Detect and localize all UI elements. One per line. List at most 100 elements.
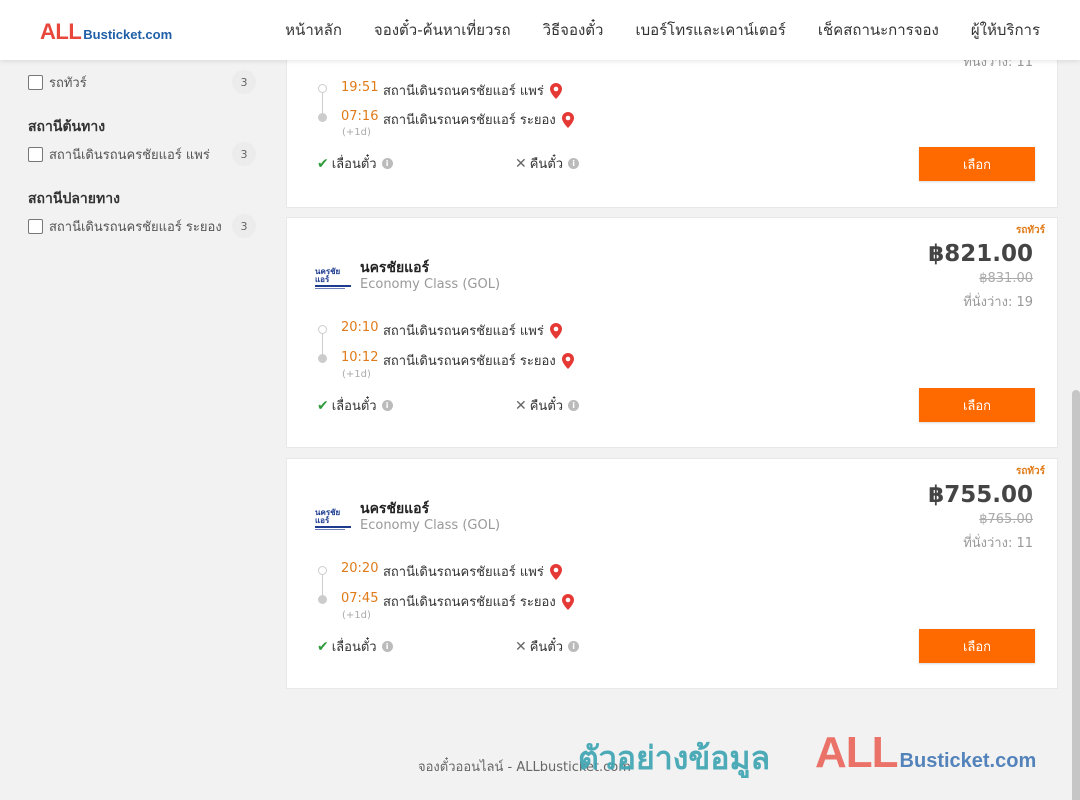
map-pin-icon[interactable] [561, 593, 574, 610]
next-day-label: (+1d) [342, 369, 371, 380]
seats-available: ที่นั่งว่าง: 19 [963, 295, 1033, 310]
refund-label: คืนตั๋ว [529, 157, 564, 172]
departure-station-name: สถานีเดินรถนครชัยแอร์ แพร่ [383, 324, 544, 339]
reschedule-label: เลื่อนตั๋ว [331, 399, 377, 414]
site-logo[interactable]: ALL Busticket.com [40, 19, 172, 45]
old-price: ฿765.00 [979, 512, 1033, 527]
main-nav: หน้าหลัก จองตั๋ว-ค้นหาเที่ยวรถ วิธีจองตั… [285, 0, 1040, 60]
filter-label: สถานีเดินรถนครชัยแอร์ แพร่ [49, 147, 210, 163]
map-pin-icon[interactable] [561, 352, 574, 369]
nav-operators[interactable]: ผู้ให้บริการ [971, 18, 1040, 42]
next-day-label: (+1d) [342, 610, 371, 621]
info-icon[interactable]: i [381, 400, 393, 411]
select-trip-button[interactable]: เลือก [919, 147, 1035, 181]
filter-destination-station[interactable]: สถานีเดินรถนครชัยแอร์ ระยอง 3 [28, 212, 256, 240]
arrival-time: 10:12 [341, 350, 379, 365]
departure-dot [318, 84, 327, 93]
seat-class: Economy Class (GOL) [360, 518, 501, 533]
info-icon[interactable]: i [381, 158, 393, 169]
nav-home[interactable]: หน้าหลัก [285, 18, 342, 42]
info-icon[interactable]: i [568, 158, 580, 169]
cross-icon: ✕ [515, 155, 527, 172]
departure-dot [318, 325, 327, 334]
arrival-time: 07:45 [341, 591, 379, 606]
info-icon[interactable]: i [381, 641, 393, 652]
price: ฿755.00 [928, 482, 1033, 508]
next-day-label: (+1d) [342, 127, 371, 138]
departure-time: 19:51 [341, 80, 379, 95]
nav-check-status[interactable]: เช็คสถานะการจอง [818, 18, 939, 42]
filter-label: สถานีเดินรถนครชัยแอร์ ระยอง [49, 219, 222, 235]
bus-type-badge: รถทัวร์ [1015, 466, 1045, 477]
filter-bus-type-tour[interactable]: รถทัวร์ 3 [28, 68, 256, 96]
old-price: ฿831.00 [979, 271, 1033, 286]
departure-station-name: สถานีเดินรถนครชัยแอร์ แพร่ [383, 84, 544, 99]
arrival-dot [318, 354, 327, 363]
seat-class: Economy Class (GOL) [360, 277, 501, 292]
logo-all-text: ALL [40, 19, 82, 44]
select-trip-button[interactable]: เลือก [919, 629, 1035, 663]
arrival-station-name: สถานีเดินรถนครชัยแอร์ ระยอง [383, 113, 556, 128]
filter-count: 3 [232, 70, 256, 94]
nav-book-search[interactable]: จองตั๋ว-ค้นหาเที่ยวรถ [374, 18, 511, 42]
operator-logo: นครชัยแอร์ [315, 509, 351, 530]
arrival-dot [318, 595, 327, 604]
refund-feature: ✕ คืนตั๋ว i [515, 153, 580, 174]
arrival-station: สถานีเดินรถนครชัยแอร์ ระยอง [383, 109, 574, 130]
departure-dot [318, 566, 327, 575]
filter-count: 3 [232, 214, 256, 238]
operator-name: นครชัยแอร์ [360, 260, 430, 276]
arrival-station: สถานีเดินรถนครชัยแอร์ ระยอง [383, 350, 574, 371]
info-icon[interactable]: i [568, 400, 580, 411]
arrival-dot [318, 113, 327, 122]
watermark-logo-all: ALL [815, 728, 899, 777]
nav-how-to-book[interactable]: วิธีจองตั๋ว [543, 18, 604, 42]
reschedule-label: เลื่อนตั๋ว [331, 157, 377, 172]
cross-icon: ✕ [515, 397, 527, 414]
check-icon: ✔ [317, 638, 329, 655]
map-pin-icon[interactable] [549, 82, 562, 99]
watermark-logo-rest: Busticket.com [899, 750, 1037, 772]
reschedule-feature: ✔ เลื่อนตั๋ว i [317, 395, 393, 416]
arrival-station: สถานีเดินรถนครชัยแอร์ ระยอง [383, 591, 574, 612]
scrollbar-thumb[interactable] [1072, 390, 1080, 800]
logo-rest-text: Busticket.com [83, 27, 173, 42]
checkbox[interactable] [28, 146, 43, 162]
refund-feature: ✕ คืนตั๋ว i [515, 395, 580, 416]
refund-label: คืนตั๋ว [529, 640, 564, 655]
departure-station: สถานีเดินรถนครชัยแอร์ แพร่ [383, 320, 562, 341]
reschedule-feature: ✔ เลื่อนตั๋ว i [317, 153, 393, 174]
refund-label: คืนตั๋ว [529, 399, 564, 414]
operator-logo: นครชัยแอร์ [315, 267, 351, 289]
site-header: ALL Busticket.com หน้าหลัก จองตั๋ว-ค้นหา… [0, 0, 1080, 60]
watermark-logo: ALL Busticket.com [815, 728, 1036, 778]
origin-section-title: สถานีต้นทาง [28, 119, 106, 135]
bus-type-badge: รถทัวร์ [1015, 225, 1045, 236]
arrival-station-name: สถานีเดินรถนครชัยแอร์ ระยอง [383, 595, 556, 610]
map-pin-icon[interactable] [549, 563, 562, 580]
filter-origin-station[interactable]: สถานีเดินรถนครชัยแอร์ แพร่ 3 [28, 140, 256, 168]
departure-station: สถานีเดินรถนครชัยแอร์ แพร่ [383, 561, 562, 582]
departure-time: 20:20 [341, 561, 379, 576]
trip-card: รถทัวร์ นครชัยแอร์ นครชัยแอร์ Economy Cl… [286, 458, 1058, 689]
operator-name: นครชัยแอร์ [360, 501, 430, 517]
select-trip-button[interactable]: เลือก [919, 388, 1035, 422]
watermark-text: ตัวอย่างข้อมูล [578, 739, 771, 777]
checkbox[interactable] [28, 74, 43, 90]
nav-contacts[interactable]: เบอร์โทรและเคาน์เตอร์ [635, 18, 785, 42]
reschedule-feature: ✔ เลื่อนตั๋ว i [317, 636, 393, 657]
departure-station: สถานีเดินรถนครชัยแอร์ แพร่ [383, 80, 562, 101]
map-pin-icon[interactable] [549, 322, 562, 339]
map-pin-icon[interactable] [561, 111, 574, 128]
arrival-station-name: สถานีเดินรถนครชัยแอร์ ระยอง [383, 354, 556, 369]
info-icon[interactable]: i [568, 641, 580, 652]
destination-section-title: สถานีปลายทาง [28, 191, 120, 207]
trip-card: รถทัวร์ นครชัยแอร์ นครชัยแอร์ Economy Cl… [286, 217, 1058, 448]
operator-logo-text: นครชัยแอร์ [315, 267, 341, 284]
check-icon: ✔ [317, 155, 329, 172]
filter-count: 3 [232, 142, 256, 166]
checkbox[interactable] [28, 218, 43, 234]
filter-sidebar: รถทัวร์ 3 สถานีต้นทาง สถานีเดินรถนครชัยแ… [28, 62, 256, 240]
seats-available: ที่นั่งว่าง: 11 [963, 536, 1033, 551]
page-scrollbar[interactable] [1072, 60, 1080, 800]
